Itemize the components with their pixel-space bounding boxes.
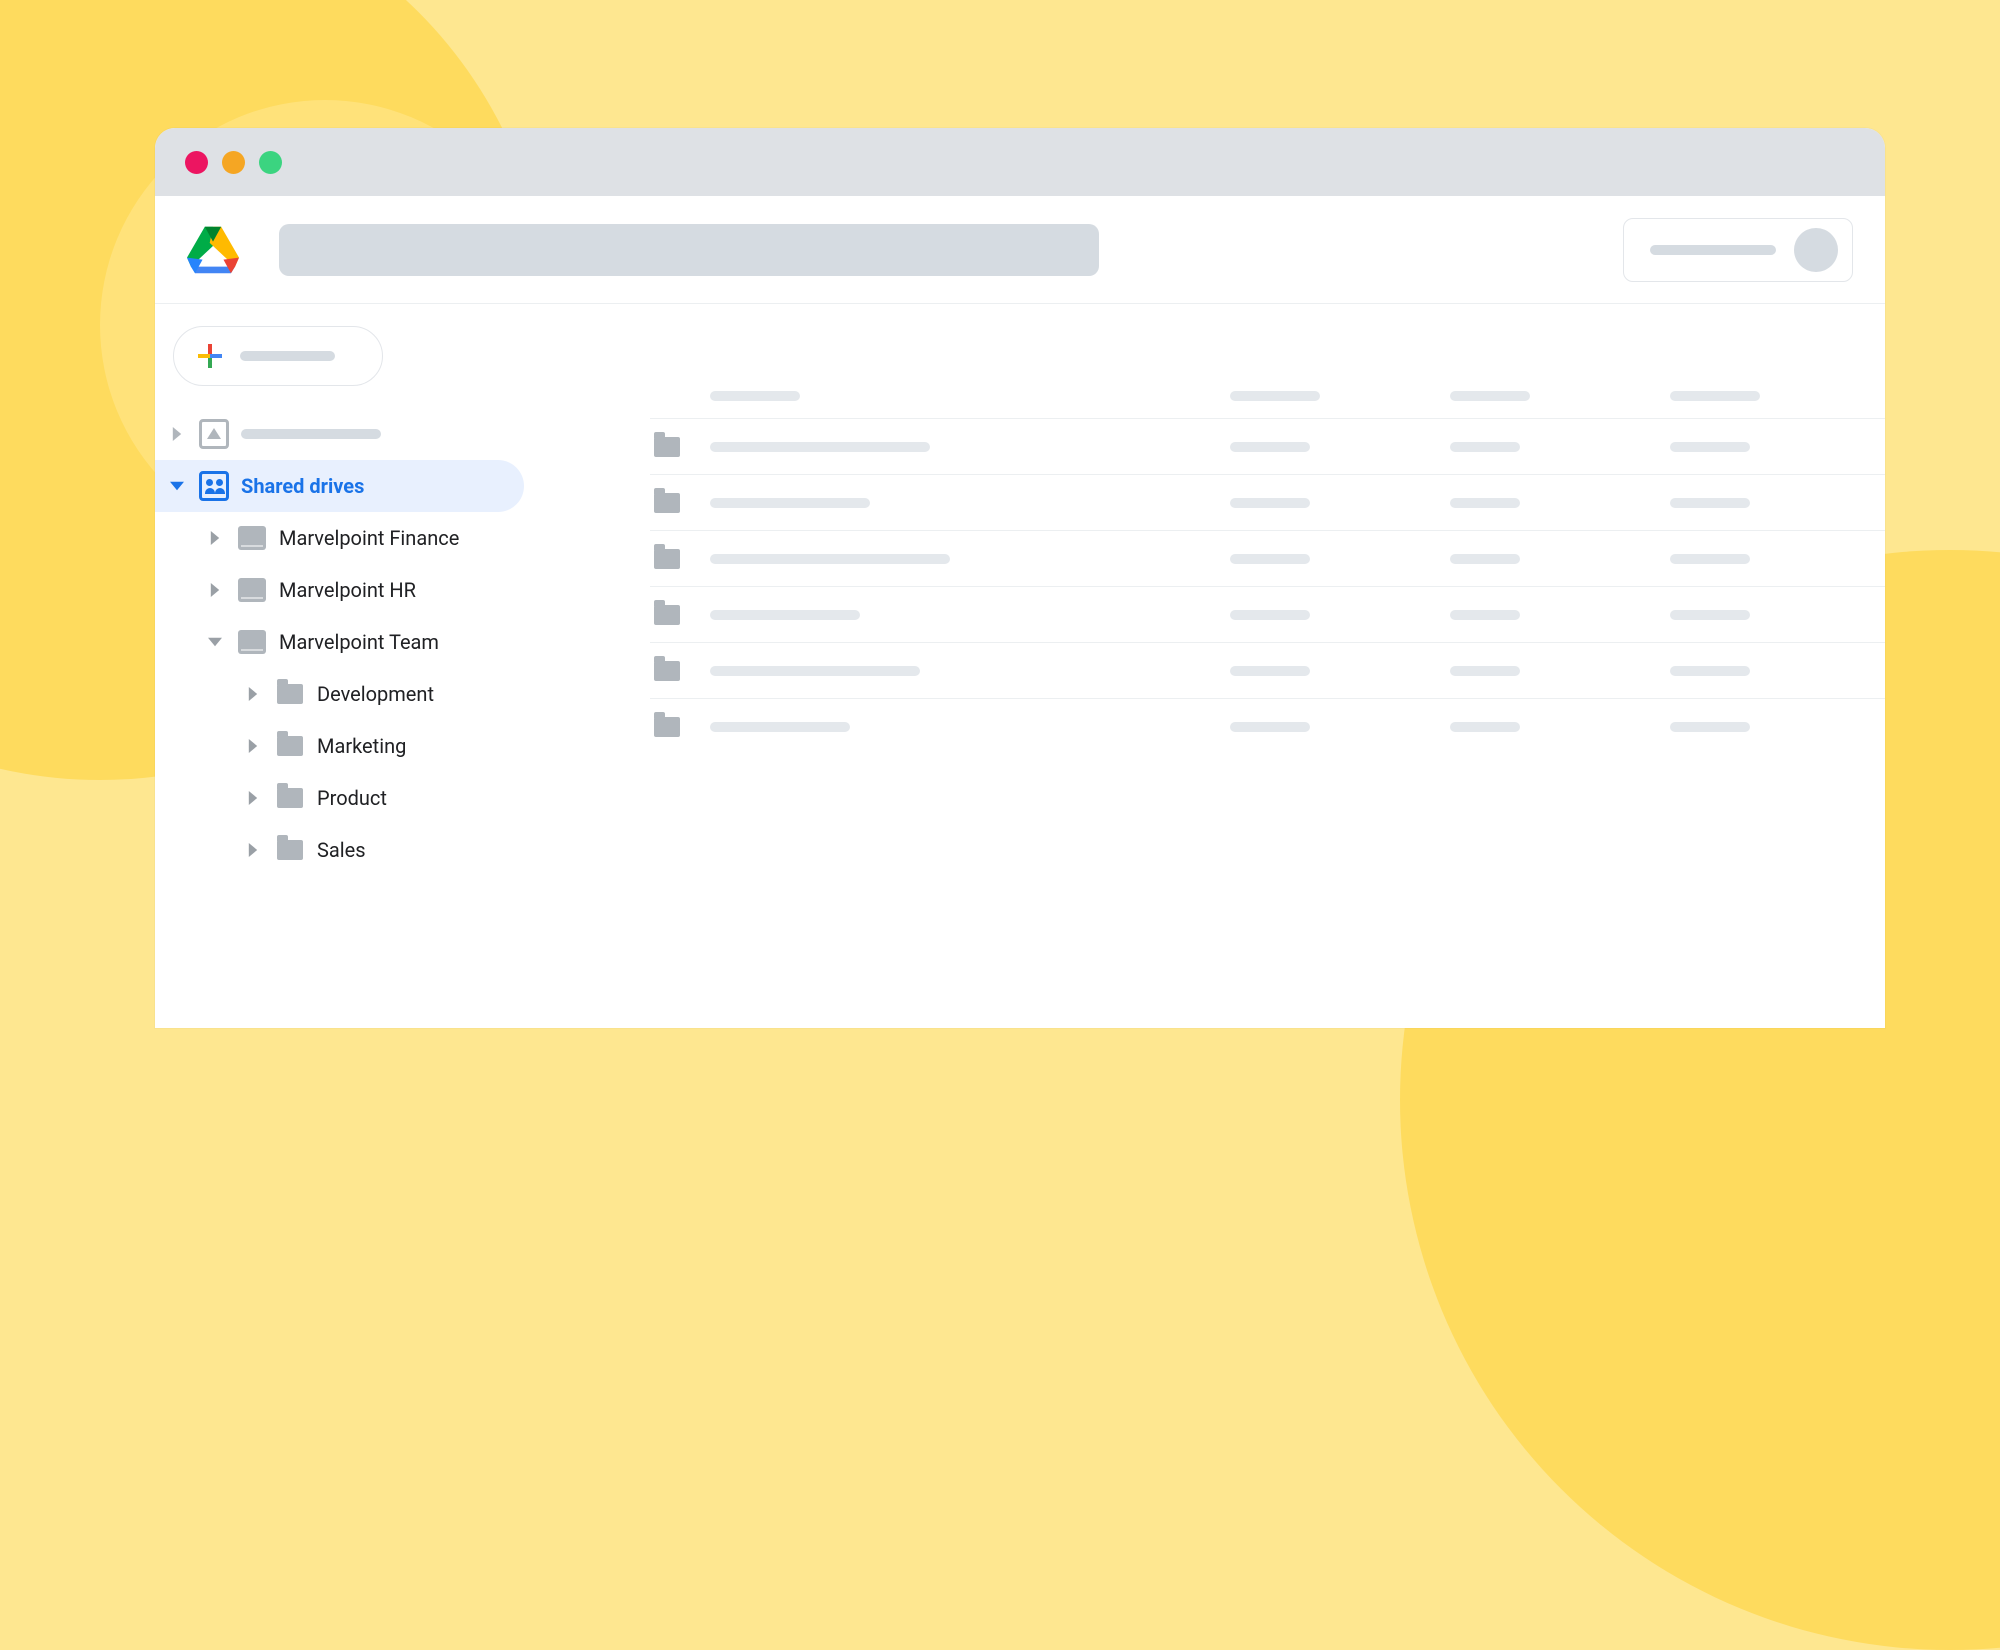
shared-drives-icon: [199, 471, 229, 501]
folder-icon: [654, 717, 680, 737]
cell-placeholder: [1230, 722, 1310, 732]
window-close-button[interactable]: [185, 151, 208, 174]
caret-right-icon: [243, 843, 263, 857]
cell-placeholder: [1230, 610, 1310, 620]
shared-drive-item-icon: [237, 523, 267, 553]
cell-placeholder: [1670, 442, 1750, 452]
new-label-placeholder: [240, 351, 335, 361]
cell-placeholder: [710, 722, 850, 732]
drive-label: Marvelpoint Team: [279, 630, 439, 654]
caret-right-icon: [243, 791, 263, 805]
sidebar: Shared drives Marvelpoint Finance Marvel…: [155, 304, 530, 1028]
plus-icon: [198, 344, 222, 368]
shared-drive-item-icon: [237, 627, 267, 657]
cell-placeholder: [1450, 666, 1520, 676]
cell-placeholder: [1670, 666, 1750, 676]
sidebar-drive-team[interactable]: Marvelpoint Team: [155, 616, 530, 668]
cell-placeholder: [1450, 442, 1520, 452]
nav-tree: Shared drives Marvelpoint Finance Marvel…: [155, 408, 530, 876]
cell-placeholder: [710, 442, 930, 452]
cell-placeholder: [1670, 610, 1750, 620]
folder-icon: [275, 835, 305, 865]
column-header-placeholder: [1450, 391, 1530, 401]
folder-label: Sales: [317, 838, 366, 862]
file-list-row[interactable]: [650, 586, 1885, 642]
my-drive-label-placeholder: [241, 429, 381, 439]
cell-placeholder: [710, 498, 870, 508]
folder-icon: [654, 493, 680, 513]
cell-placeholder: [1450, 722, 1520, 732]
cell-placeholder: [1230, 498, 1310, 508]
folder-icon: [275, 731, 305, 761]
my-drive-icon: [199, 419, 229, 449]
cell-placeholder: [1230, 666, 1310, 676]
new-button[interactable]: [173, 326, 383, 386]
google-drive-logo: [187, 226, 239, 274]
cell-placeholder: [1450, 610, 1520, 620]
column-header-placeholder: [710, 391, 800, 401]
file-list-row[interactable]: [650, 642, 1885, 698]
sidebar-drive-finance[interactable]: Marvelpoint Finance: [155, 512, 530, 564]
cell-placeholder: [1450, 498, 1520, 508]
cell-placeholder: [1670, 554, 1750, 564]
caret-down-icon: [167, 479, 187, 493]
caret-right-icon: [243, 687, 263, 701]
window-maximize-button[interactable]: [259, 151, 282, 174]
cell-placeholder: [1450, 554, 1520, 564]
sidebar-folder-product[interactable]: Product: [155, 772, 530, 824]
drive-label: Marvelpoint Finance: [279, 526, 459, 550]
cell-placeholder: [710, 554, 950, 564]
cell-placeholder: [1670, 722, 1750, 732]
sidebar-item-my-drive[interactable]: [155, 408, 530, 460]
avatar: [1794, 228, 1838, 272]
folder-icon: [654, 661, 680, 681]
column-header-placeholder: [1670, 391, 1760, 401]
cell-placeholder: [1670, 498, 1750, 508]
account-chip[interactable]: [1623, 218, 1853, 282]
cell-placeholder: [1230, 442, 1310, 452]
folder-icon: [275, 679, 305, 709]
file-list-row[interactable]: [650, 474, 1885, 530]
sidebar-drive-hr[interactable]: Marvelpoint HR: [155, 564, 530, 616]
caret-right-icon: [243, 739, 263, 753]
window-minimize-button[interactable]: [222, 151, 245, 174]
caret-down-icon: [205, 635, 225, 649]
cell-placeholder: [710, 610, 860, 620]
sidebar-item-shared-drives[interactable]: Shared drives: [155, 460, 524, 512]
cell-placeholder: [710, 666, 920, 676]
app-header: [155, 196, 1885, 304]
folder-icon: [654, 549, 680, 569]
drive-label: Marvelpoint HR: [279, 578, 416, 602]
folder-label: Product: [317, 786, 387, 810]
file-list-row[interactable]: [650, 418, 1885, 474]
sidebar-folder-marketing[interactable]: Marketing: [155, 720, 530, 772]
caret-right-icon: [167, 427, 187, 441]
caret-right-icon: [205, 583, 225, 597]
sidebar-folder-sales[interactable]: Sales: [155, 824, 530, 876]
account-label-placeholder: [1650, 245, 1776, 255]
file-list-row[interactable]: [650, 530, 1885, 586]
folder-label: Marketing: [317, 734, 406, 758]
window-titlebar: [155, 128, 1885, 196]
folder-icon: [654, 437, 680, 457]
search-input[interactable]: [279, 224, 1099, 276]
folder-icon: [275, 783, 305, 813]
cell-placeholder: [1230, 554, 1310, 564]
file-list-row[interactable]: [650, 698, 1885, 754]
shared-drive-item-icon: [237, 575, 267, 605]
app-window: Shared drives Marvelpoint Finance Marvel…: [155, 128, 1885, 1028]
sidebar-folder-development[interactable]: Development: [155, 668, 530, 720]
caret-right-icon: [205, 531, 225, 545]
shared-drives-label: Shared drives: [241, 474, 364, 498]
file-list-header: [650, 374, 1885, 418]
folder-icon: [654, 605, 680, 625]
column-header-placeholder: [1230, 391, 1320, 401]
folder-label: Development: [317, 682, 434, 706]
file-list: [530, 304, 1885, 1028]
